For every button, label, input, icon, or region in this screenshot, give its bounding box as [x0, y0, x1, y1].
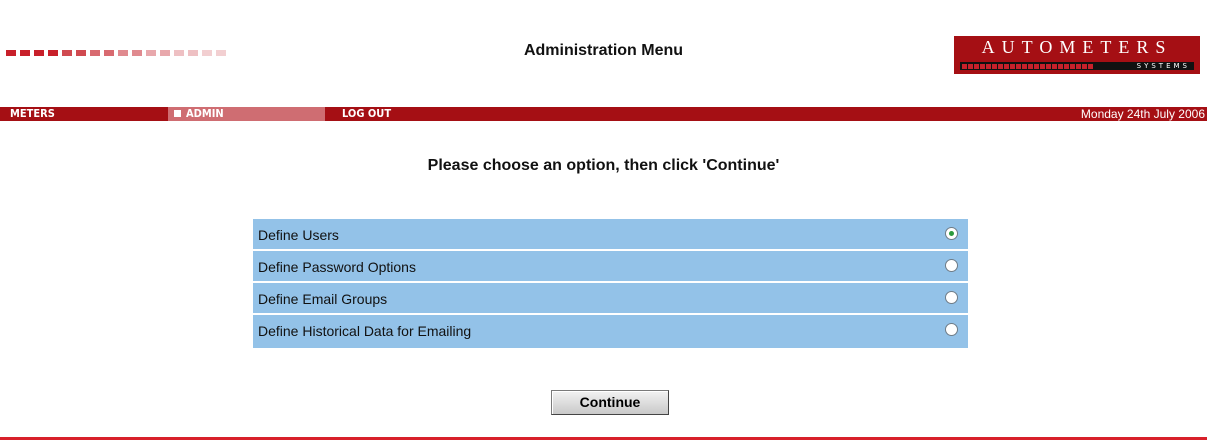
logo-subtitle: SYSTEMS [1136, 62, 1190, 70]
logo-block [1088, 63, 1093, 69]
logo-block [974, 63, 979, 69]
logo-block [1076, 63, 1081, 69]
nav-item-meters[interactable]: METERS [10, 107, 55, 121]
logo-block [980, 63, 985, 69]
admin-page: Administration Menu AUTOMETERS SYSTEMS M… [0, 0, 1207, 445]
nav-item-admin[interactable]: ADMIN [168, 107, 325, 121]
option-radio[interactable] [945, 227, 958, 240]
logo-block [998, 63, 1003, 69]
option-radio[interactable] [945, 259, 958, 272]
option-row-define-password-options[interactable]: Define Password Options [253, 251, 968, 283]
current-date: Monday 24th July 2006 [1080, 107, 1205, 121]
instruction-text: Please choose an option, then click 'Con… [427, 157, 780, 174]
logo-wordmark: AUTOMETERS [981, 37, 1173, 57]
option-label: Define Password Options [258, 259, 416, 275]
logo-block [1058, 63, 1063, 69]
logo-block [1028, 63, 1033, 69]
option-row-define-users[interactable]: Define Users [253, 219, 968, 251]
option-label: Define Historical Data for Emailing [258, 323, 472, 339]
continue-button[interactable]: Continue [551, 390, 669, 415]
option-row-define-historical-data[interactable]: Define Historical Data for Emailing [253, 315, 968, 348]
nav-bar: METERS ADMIN LOG OUT Monday 24th July 20… [0, 107, 1207, 121]
logo-block [1046, 63, 1051, 69]
active-square-icon [174, 110, 181, 117]
option-label: Define Users [258, 227, 339, 243]
logo-blocks [962, 63, 1093, 69]
option-radio[interactable] [945, 291, 958, 304]
logo-block [1010, 63, 1015, 69]
nav-item-admin-label: ADMIN [186, 107, 224, 120]
logo-block [1004, 63, 1009, 69]
option-radio[interactable] [945, 323, 958, 336]
option-label: Define Email Groups [258, 291, 388, 307]
logo-block [1070, 63, 1075, 69]
autometers-logo: AUTOMETERS SYSTEMS [954, 36, 1200, 74]
logo-bar: SYSTEMS [960, 62, 1194, 70]
bottom-divider [0, 437, 1207, 440]
logo-block [992, 63, 997, 69]
logo-block [986, 63, 991, 69]
logo-block [1016, 63, 1021, 69]
option-row-define-email-groups[interactable]: Define Email Groups [253, 283, 968, 315]
logo-block [1064, 63, 1069, 69]
logo-block [1040, 63, 1045, 69]
options-list: Define Users Define Password Options Def… [253, 219, 968, 348]
logo-block [1022, 63, 1027, 69]
logo-block [968, 63, 973, 69]
logo-block [1034, 63, 1039, 69]
nav-item-logout[interactable]: LOG OUT [342, 107, 391, 121]
logo-block [962, 63, 967, 69]
logo-block [1052, 63, 1057, 69]
logo-block [1082, 63, 1087, 69]
